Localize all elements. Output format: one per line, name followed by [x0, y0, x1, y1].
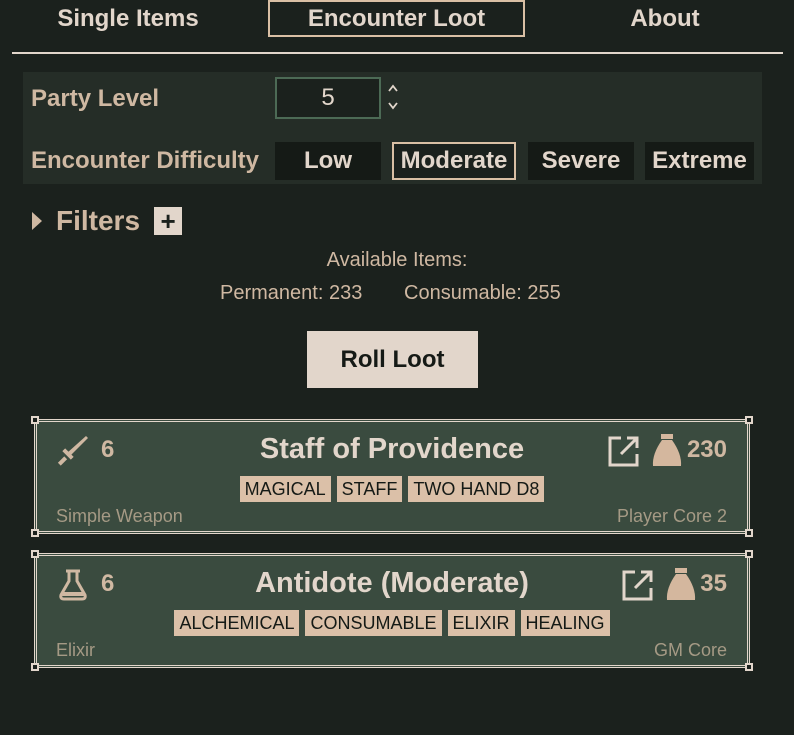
difficulty-moderate-button[interactable]: Moderate [392, 142, 516, 180]
card-corner [31, 550, 39, 558]
difficulty-low-button[interactable]: Low [275, 142, 381, 180]
tab-about[interactable]: About [599, 0, 731, 37]
roll-loot-button[interactable]: Roll Loot [307, 331, 478, 388]
card-corner [745, 550, 753, 558]
item-category: Elixir [56, 640, 95, 660]
permanent-count: Permanent: 233 [220, 282, 363, 304]
filters-toggle[interactable]: Filters + [32, 203, 183, 239]
filters-label: Filters [56, 205, 141, 236]
tab-encounter-loot[interactable]: Encounter Loot [268, 0, 525, 37]
available-items-label: Available Items: [326, 249, 468, 271]
trait-tag: ELIXIR [447, 610, 515, 636]
encounter-difficulty-label: Encounter Difficulty [31, 147, 260, 174]
party-panel: Party Level 5 Encounter Difficulty Low M… [23, 72, 762, 184]
difficulty-severe-button[interactable]: Severe [528, 142, 634, 180]
party-level-input[interactable]: 5 [275, 77, 381, 119]
party-level-label: Party Level [31, 85, 160, 112]
trait-tag: MAGICAL [239, 476, 331, 502]
item-source: Player Core 2 [616, 506, 727, 526]
card-corner [31, 416, 39, 424]
trait-tag: TWO HAND D8 [408, 476, 545, 502]
tag-list: MAGICAL STAFF TWO HAND D8 [37, 476, 747, 502]
tag-list: ALCHEMICAL CONSUMABLE ELIXIR HEALING [37, 610, 747, 636]
loot-card: 6 Staff of Providence 230 MAGICAL STAFF … [31, 416, 753, 537]
difficulty-extreme-button[interactable]: Extreme [645, 142, 754, 180]
trait-tag: CONSUMABLE [305, 610, 442, 636]
caret-right-icon [32, 212, 42, 230]
card-corner [745, 529, 753, 537]
coin-bag-icon [651, 432, 683, 468]
item-category: Simple Weapon [56, 506, 183, 526]
coin-bag-icon [665, 566, 697, 602]
chevron-down-icon[interactable] [385, 99, 401, 113]
card-corner [745, 416, 753, 424]
chevron-up-icon[interactable] [385, 81, 401, 95]
trait-tag: STAFF [336, 476, 403, 502]
card-corner [745, 663, 753, 671]
card-corner [31, 529, 39, 537]
item-price: 35 [700, 570, 727, 597]
top-nav: Single Items Encounter Loot About [12, 0, 783, 54]
external-link-icon[interactable] [621, 568, 655, 602]
add-filter-button[interactable]: + [154, 207, 183, 235]
tab-single-items[interactable]: Single Items [36, 0, 220, 37]
loot-card: 6 Antidote (Moderate) 35 ALCHEMICAL CONS… [31, 550, 753, 671]
external-link-icon[interactable] [607, 434, 641, 468]
card-corner [31, 663, 39, 671]
trait-tag: HEALING [520, 610, 610, 636]
trait-tag: ALCHEMICAL [174, 610, 300, 636]
consumable-count: Consumable: 255 [404, 282, 561, 304]
item-price: 230 [686, 436, 727, 463]
item-source: GM Core [653, 640, 727, 660]
